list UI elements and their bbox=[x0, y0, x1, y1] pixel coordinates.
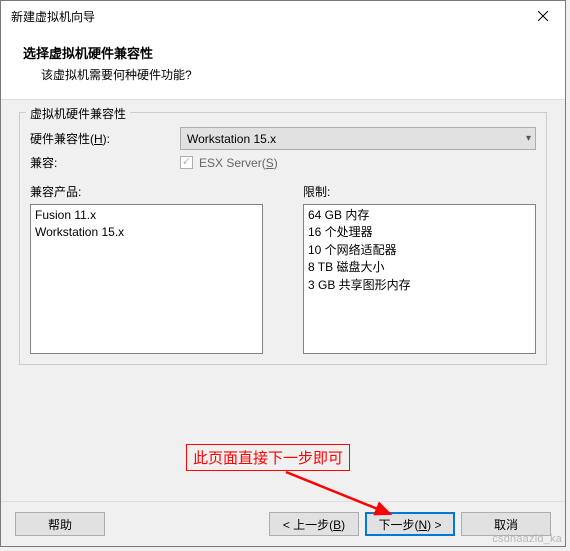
compatibility-group: 虚拟机硬件兼容性 硬件兼容性(H): Workstation 15.x ▾ 兼容… bbox=[19, 112, 547, 365]
button-bar: 帮助 < 上一步(B) 下一步(N) > 取消 bbox=[1, 501, 565, 546]
wizard-header: 选择虚拟机硬件兼容性 该虚拟机需要何种硬件功能? bbox=[1, 31, 565, 100]
list-item[interactable]: 10 个网络适配器 bbox=[308, 242, 531, 259]
cancel-button[interactable]: 取消 bbox=[461, 512, 551, 536]
check-icon: ✓ bbox=[182, 157, 191, 168]
back-button[interactable]: < 上一步(B) bbox=[269, 512, 359, 536]
group-title: 虚拟机硬件兼容性 bbox=[26, 105, 130, 122]
compat-with-row: 兼容: ✓ ESX Server(S) bbox=[30, 154, 536, 171]
limits-listbox[interactable]: 64 GB 内存16 个处理器10 个网络适配器8 TB 磁盘大小3 GB 共享… bbox=[303, 204, 536, 354]
hw-compat-row: 硬件兼容性(H): Workstation 15.x ▾ bbox=[30, 127, 536, 150]
hw-compat-combo[interactable]: Workstation 15.x ▾ bbox=[180, 127, 536, 150]
list-item[interactable]: 64 GB 内存 bbox=[308, 207, 531, 224]
hw-compat-label: 硬件兼容性(H): bbox=[30, 130, 180, 147]
page-title: 选择虚拟机硬件兼容性 bbox=[23, 43, 543, 62]
next-button[interactable]: 下一步(N) > bbox=[365, 512, 455, 536]
page-subtitle: 该虚拟机需要何种硬件功能? bbox=[23, 66, 543, 83]
hw-compat-value: Workstation 15.x bbox=[187, 132, 276, 146]
content-area: 虚拟机硬件兼容性 硬件兼容性(H): Workstation 15.x ▾ 兼容… bbox=[1, 100, 565, 501]
titlebar: 新建虚拟机向导 bbox=[1, 1, 565, 31]
close-button[interactable] bbox=[520, 1, 565, 31]
close-icon bbox=[538, 11, 548, 21]
chevron-down-icon: ▾ bbox=[526, 133, 531, 144]
list-item[interactable]: 3 GB 共享图形内存 bbox=[308, 277, 531, 294]
list-item[interactable]: Workstation 15.x bbox=[35, 224, 258, 241]
lists-row: 兼容产品: Fusion 11.xWorkstation 15.x 限制: 64… bbox=[30, 183, 536, 354]
help-button[interactable]: 帮助 bbox=[15, 512, 105, 536]
esx-checkbox-row: ✓ ESX Server(S) bbox=[180, 156, 278, 170]
list-item[interactable]: Fusion 11.x bbox=[35, 207, 258, 224]
compat-with-label: 兼容: bbox=[30, 154, 180, 171]
products-label: 兼容产品: bbox=[30, 183, 263, 200]
esx-label: ESX Server(S) bbox=[199, 156, 278, 170]
window-title: 新建虚拟机向导 bbox=[11, 8, 95, 25]
limits-column: 限制: 64 GB 内存16 个处理器10 个网络适配器8 TB 磁盘大小3 G… bbox=[303, 183, 536, 354]
products-column: 兼容产品: Fusion 11.xWorkstation 15.x bbox=[30, 183, 263, 354]
list-item[interactable]: 16 个处理器 bbox=[308, 224, 531, 241]
esx-checkbox[interactable]: ✓ bbox=[180, 156, 193, 169]
limits-label: 限制: bbox=[303, 183, 536, 200]
wizard-window: 新建虚拟机向导 选择虚拟机硬件兼容性 该虚拟机需要何种硬件功能? 虚拟机硬件兼容… bbox=[0, 0, 566, 547]
products-listbox[interactable]: Fusion 11.xWorkstation 15.x bbox=[30, 204, 263, 354]
list-item[interactable]: 8 TB 磁盘大小 bbox=[308, 259, 531, 276]
